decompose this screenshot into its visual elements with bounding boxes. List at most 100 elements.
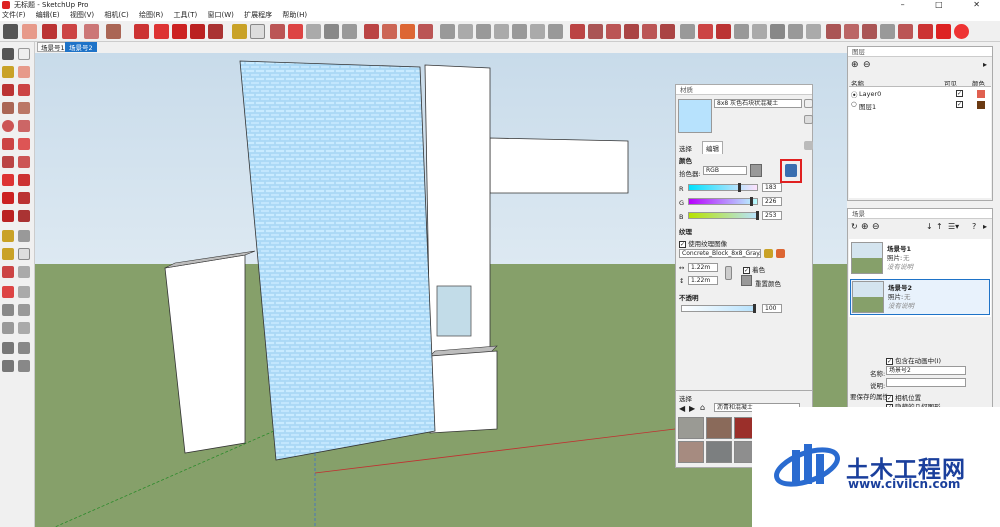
section-plane-icon[interactable] — [698, 24, 713, 39]
tape-icon[interactable] — [2, 230, 14, 242]
menu-tools[interactable]: 工具(T) — [174, 11, 198, 19]
eyedropper-icon[interactable] — [804, 141, 813, 150]
r-channel-slider[interactable] — [688, 183, 758, 192]
select-tool-icon[interactable] — [3, 24, 18, 39]
eraser-icon[interactable] — [18, 66, 30, 78]
delete-scene-icon[interactable]: ⊖ — [872, 222, 880, 232]
update-scene-icon[interactable]: ↻ — [851, 222, 858, 231]
fog-icon[interactable] — [734, 24, 749, 39]
tape-measure-icon[interactable] — [232, 24, 247, 39]
use-texture-checkbox[interactable]: ✓ — [679, 240, 686, 248]
include-anim-checkbox[interactable]: ✓ — [886, 357, 893, 365]
scene-list-item-selected[interactable]: 场景号2 照片: 无 没有说明 — [850, 279, 990, 315]
add-detail-icon[interactable] — [642, 24, 657, 39]
sketchup-logo-icon[interactable] — [954, 24, 969, 39]
material-thumb-4[interactable] — [678, 441, 704, 463]
text-icon[interactable] — [18, 248, 30, 260]
layer-color-swatch[interactable] — [977, 90, 985, 98]
view-left-icon[interactable] — [530, 24, 545, 39]
add-layer-icon[interactable]: ⊕ — [851, 60, 859, 70]
paint-bucket-icon[interactable] — [270, 24, 285, 39]
text-tool-icon[interactable] — [250, 24, 265, 39]
rectangle-tool-icon[interactable] — [106, 24, 121, 39]
layer-visible-checkbox[interactable]: ✓ — [956, 90, 963, 97]
r-value-field[interactable]: 183 — [762, 183, 782, 192]
textured-icon[interactable] — [788, 24, 803, 39]
arc-icon[interactable] — [2, 138, 14, 150]
pan-icon[interactable] — [18, 286, 30, 298]
polygon-icon[interactable] — [18, 120, 30, 132]
g-channel-slider[interactable] — [688, 197, 758, 206]
colorize-checkbox[interactable]: ✓ — [743, 266, 750, 274]
material-thumb-2[interactable] — [706, 417, 732, 439]
select-icon[interactable] — [2, 48, 14, 60]
aspect-lock-icon[interactable] — [725, 266, 732, 280]
orbit-tool-icon[interactable] — [288, 24, 303, 39]
zoom-icon[interactable] — [2, 304, 14, 316]
smoove-icon[interactable] — [588, 24, 603, 39]
ruby-console-icon[interactable] — [918, 24, 933, 39]
layout-icon[interactable] — [418, 24, 433, 39]
move-scene-down-icon[interactable]: ↓ — [926, 222, 933, 231]
follow-me-icon[interactable] — [18, 192, 30, 204]
scale-icon[interactable] — [2, 210, 14, 222]
layer-details-icon[interactable]: ▸ — [983, 60, 987, 69]
b-value-field[interactable]: 253 — [762, 211, 782, 220]
offset-icon[interactable] — [18, 210, 30, 222]
freehand-icon[interactable] — [18, 84, 30, 96]
edit-texture-icon[interactable] — [776, 249, 785, 258]
shadows-icon[interactable] — [680, 24, 695, 39]
hidden-line-icon[interactable] — [752, 24, 767, 39]
g-value-field[interactable]: 226 — [762, 197, 782, 206]
match-color-in-model-icon[interactable] — [785, 164, 797, 177]
material-name-field[interactable]: 8x8 灰色石块状混凝土 — [714, 99, 802, 108]
tab-select[interactable]: 选择 — [679, 143, 692, 153]
opacity-slider[interactable] — [681, 304, 756, 313]
share-model-icon[interactable] — [898, 24, 913, 39]
scale-tool-icon[interactable] — [190, 24, 205, 39]
menu-camera[interactable]: 相机(C) — [104, 11, 128, 19]
paint-default-icon[interactable] — [804, 115, 813, 124]
layer-row[interactable]: ○ 图层1 ✓ — [849, 100, 991, 111]
zoom-extents-icon[interactable] — [342, 24, 357, 39]
create-material-icon[interactable] — [804, 99, 813, 108]
arc-tool-icon[interactable] — [62, 24, 77, 39]
3d-text-icon[interactable] — [18, 266, 30, 278]
view-back-icon[interactable] — [512, 24, 527, 39]
reset-color-label[interactable]: 重置颜色 — [755, 278, 781, 288]
plugin-icon[interactable] — [936, 24, 951, 39]
line-tool-icon[interactable] — [42, 24, 57, 39]
reset-color-swatch[interactable] — [741, 275, 752, 286]
move-icon[interactable] — [2, 174, 14, 186]
menu-file[interactable]: 文件(F) — [2, 11, 26, 19]
position-camera-icon[interactable] — [2, 342, 14, 354]
material-thumb-1[interactable] — [678, 417, 704, 439]
view-right-icon[interactable] — [494, 24, 509, 39]
look-around-icon[interactable] — [18, 342, 30, 354]
walk-icon[interactable] — [2, 360, 14, 372]
terrain-icon[interactable] — [880, 24, 895, 39]
scene-name-field[interactable]: 场景号2 — [886, 366, 966, 375]
nav-forward-icon[interactable]: ▶ — [689, 404, 695, 413]
zoom-window-icon[interactable] — [18, 304, 30, 316]
view-top-icon[interactable] — [458, 24, 473, 39]
opacity-slider-thumb[interactable] — [752, 304, 756, 313]
r-slider-thumb[interactable] — [737, 183, 741, 192]
push-pull-tool-icon[interactable] — [18, 174, 30, 186]
circle-icon[interactable] — [2, 120, 14, 132]
menu-window[interactable]: 窗口(W) — [208, 11, 234, 19]
texture-height-field[interactable]: 1.22m — [688, 276, 718, 285]
menu-view[interactable]: 视图(V) — [70, 11, 94, 19]
two-point-arc-icon[interactable] — [18, 138, 30, 150]
layer-row[interactable]: ⦿ Layer0 ✓ — [849, 89, 991, 99]
scene-desc-field[interactable] — [886, 378, 966, 387]
paint-icon[interactable] — [2, 66, 14, 78]
b-channel-slider[interactable] — [688, 211, 760, 220]
material-preview-swatch[interactable] — [678, 99, 712, 133]
show-details-icon[interactable]: ? — [972, 222, 976, 231]
section-icon[interactable] — [18, 360, 30, 372]
pencil-icon[interactable] — [2, 84, 14, 96]
rotate-tool-icon[interactable] — [172, 24, 187, 39]
orbit-icon[interactable] — [2, 286, 14, 298]
monochrome-icon[interactable] — [806, 24, 821, 39]
